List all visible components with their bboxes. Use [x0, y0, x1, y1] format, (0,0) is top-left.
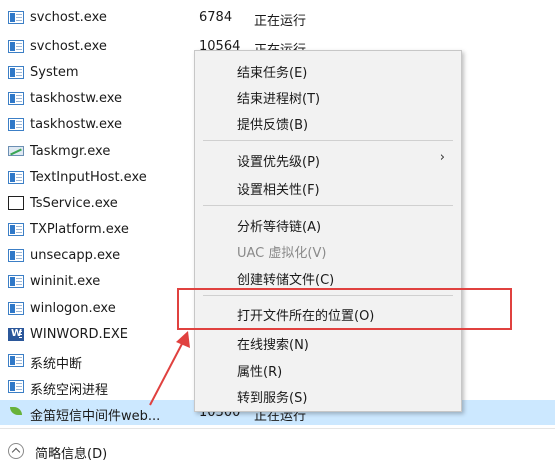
- process-status: 正在运行: [254, 14, 307, 29]
- menu-separator: [203, 205, 453, 206]
- app-window-icon: [8, 66, 24, 79]
- menu-item-label: UAC 虚拟化(V): [237, 246, 327, 261]
- process-name: winlogon.exe: [30, 301, 116, 316]
- process-name: Taskmgr.exe: [30, 144, 111, 159]
- process-name: svchost.exe: [30, 10, 107, 25]
- menu-item-label: 转到服务(S): [237, 391, 308, 406]
- process-name: taskhostw.exe: [30, 91, 123, 106]
- app-window-icon: [8, 354, 24, 367]
- process-row[interactable]: svchost.exe 6784 正在运行: [0, 5, 555, 30]
- process-name: unsecapp.exe: [30, 248, 121, 263]
- menu-item-open-file-location[interactable]: 打开文件所在的位置(O): [195, 301, 461, 325]
- process-name: svchost.exe: [30, 39, 107, 54]
- process-name: TsService.exe: [30, 196, 118, 211]
- process-name: WINWORD.EXE: [30, 327, 129, 342]
- app-window-icon: [8, 11, 24, 24]
- chevron-right-icon: ›: [439, 150, 445, 165]
- menu-item-end-process-tree[interactable]: 结束进程树(T): [195, 84, 461, 108]
- app-window-icon: [8, 275, 24, 288]
- menu-item-label: 打开文件所在的位置(O): [237, 309, 375, 324]
- menu-separator: [203, 140, 453, 141]
- leaf-icon: [8, 406, 24, 419]
- menu-item-go-to-services[interactable]: 转到服务(S): [195, 383, 461, 407]
- footer-divider: [0, 428, 555, 429]
- menu-item-create-dump-file[interactable]: 创建转储文件(C): [195, 265, 461, 289]
- process-name: wininit.exe: [30, 274, 101, 289]
- menu-item-search-online[interactable]: 在线搜索(N): [195, 330, 461, 354]
- context-menu: 结束任务(E) 结束进程树(T) 提供反馈(B) 设置优先级(P) › 设置相关…: [194, 50, 462, 412]
- menu-item-label: 结束进程树(T): [237, 92, 321, 107]
- menu-item-label: 结束任务(E): [237, 66, 308, 81]
- app-window-icon: [8, 92, 24, 105]
- process-name: TXPlatform.exe: [30, 222, 129, 237]
- app-window-icon: [8, 118, 24, 131]
- menu-item-label: 在线搜索(N): [237, 338, 309, 353]
- menu-item-label: 分析等待链(A): [237, 220, 322, 235]
- app-window-icon: [8, 40, 24, 53]
- menu-item-end-task[interactable]: 结束任务(E): [195, 58, 461, 82]
- menu-item-label: 提供反馈(B): [237, 118, 309, 133]
- menu-item-label: 设置相关性(F): [237, 183, 320, 198]
- menu-item-set-priority[interactable]: 设置优先级(P) ›: [195, 147, 461, 171]
- menu-item-provide-feedback[interactable]: 提供反馈(B): [195, 110, 461, 134]
- menu-separator: [203, 295, 453, 296]
- word-icon: [8, 328, 24, 341]
- menu-item-label: 设置优先级(P): [237, 155, 320, 170]
- menu-item-label: 创建转储文件(C): [237, 273, 335, 288]
- app-window-icon: [8, 380, 24, 393]
- menu-item-set-affinity[interactable]: 设置相关性(F): [195, 175, 461, 199]
- process-name: TextInputHost.exe: [30, 170, 147, 185]
- fewer-details-label: 简略信息(D): [35, 447, 108, 462]
- app-window-icon: [8, 171, 24, 184]
- menu-item-analyze-wait-chain[interactable]: 分析等待链(A): [195, 212, 461, 236]
- process-name: 系统空闲进程: [30, 383, 109, 398]
- menu-item-uac-virtualization: UAC 虚拟化(V): [195, 238, 461, 262]
- task-manager-icon: [8, 145, 24, 158]
- blank-window-icon: [8, 196, 24, 210]
- process-name: System: [30, 65, 79, 80]
- process-name: taskhostw.exe: [30, 117, 123, 132]
- process-pid: 6784: [199, 10, 233, 25]
- menu-item-properties[interactable]: 属性(R): [195, 357, 461, 381]
- chevron-up-icon: [8, 443, 24, 459]
- process-name: 系统中断: [30, 357, 83, 372]
- app-window-icon: [8, 302, 24, 315]
- menu-item-label: 属性(R): [237, 365, 283, 380]
- process-name: 金笛短信中间件web...: [30, 409, 161, 424]
- app-window-icon: [8, 223, 24, 236]
- app-window-icon: [8, 249, 24, 262]
